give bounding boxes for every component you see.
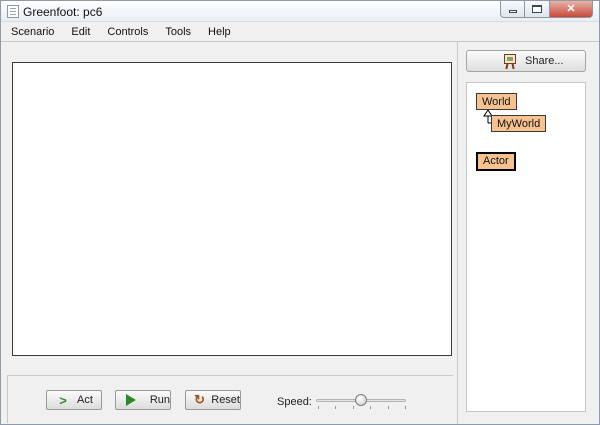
maximize-button[interactable] [525, 1, 550, 18]
minimize-icon [509, 10, 517, 13]
run-label: Run [149, 394, 170, 406]
class-sidebar: Share... World MyWorld Actor [457, 42, 598, 424]
minimize-button[interactable] [500, 1, 525, 18]
close-icon: ✕ [566, 3, 576, 15]
class-actor[interactable]: Actor [476, 152, 516, 171]
world-pane: > Act Run ↻ Reset Speed: [1, 42, 459, 424]
class-diagram: World MyWorld Actor [466, 82, 586, 412]
reset-button[interactable]: ↻ Reset [185, 390, 241, 410]
share-label: Share... [525, 55, 564, 67]
menu-bar: Scenario Edit Controls Tools Help [1, 22, 599, 42]
menu-tools[interactable]: Tools [155, 22, 198, 42]
close-button[interactable]: ✕ [550, 1, 593, 18]
speed-label: Speed: [277, 396, 312, 408]
slider-thumb[interactable] [355, 394, 367, 406]
menu-controls[interactable]: Controls [97, 22, 155, 42]
class-myworld[interactable]: MyWorld [491, 115, 547, 132]
slider-ticks [318, 406, 406, 409]
window-title: Greenfoot: pc6 [23, 5, 103, 19]
execution-controls: > Act Run ↻ Reset Speed: [7, 375, 453, 423]
app-icon [7, 5, 19, 18]
share-button[interactable]: Share... [466, 50, 586, 72]
act-button[interactable]: > Act [46, 390, 102, 410]
reset-icon: ↻ [194, 392, 206, 407]
maximize-icon [532, 5, 542, 13]
title-bar[interactable]: Greenfoot: pc6 ✕ [1, 1, 599, 22]
world-canvas[interactable] [12, 62, 452, 356]
menu-scenario[interactable]: Scenario [1, 22, 61, 42]
menu-edit[interactable]: Edit [61, 22, 97, 42]
speed-slider[interactable] [316, 393, 408, 409]
greenfoot-window: Greenfoot: pc6 ✕ Scenario Edit Controls … [0, 0, 600, 425]
run-button[interactable]: Run [115, 390, 171, 410]
menu-help[interactable]: Help [198, 22, 238, 42]
reset-label: Reset [211, 394, 240, 406]
play-icon [126, 394, 142, 406]
easel-icon [503, 53, 517, 70]
class-world[interactable]: World [476, 93, 517, 110]
step-arrow-icon: > [59, 392, 67, 408]
window-controls: ✕ [500, 1, 593, 18]
act-label: Act [77, 394, 93, 406]
